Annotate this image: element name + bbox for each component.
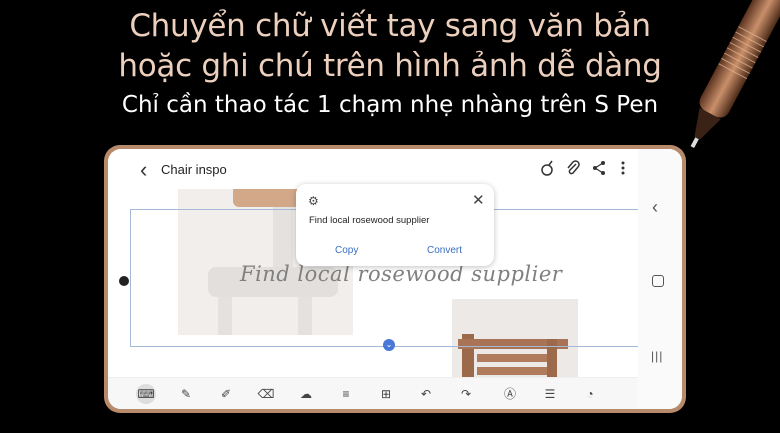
- pen-tool-icon[interactable]: ✎: [176, 384, 196, 404]
- insert-icon[interactable]: ⊞: [376, 384, 396, 404]
- back-button[interactable]: ‹: [140, 157, 147, 183]
- phone-screen: ‹ Chair inspo Find local rosewood suppli…: [108, 149, 682, 409]
- headline-line-1: Chuyển chữ viết tay sang văn bản: [129, 8, 651, 44]
- nav-back-button[interactable]: ‹: [652, 197, 658, 218]
- eraser-icon[interactable]: ⌫: [256, 384, 276, 404]
- copy-button[interactable]: Copy: [335, 245, 358, 256]
- s-pen-image: [690, 0, 780, 149]
- highlighter-icon[interactable]: ✐: [216, 384, 236, 404]
- phone-frame: ‹ Chair inspo Find local rosewood suppli…: [104, 145, 686, 413]
- redo-icon[interactable]: ↷: [456, 384, 476, 404]
- pen-settings-icon[interactable]: [538, 159, 556, 177]
- close-icon[interactable]: ✕: [472, 191, 485, 209]
- attach-icon[interactable]: [564, 159, 582, 177]
- nav-recents-button[interactable]: |||: [651, 349, 663, 363]
- convert-text-icon[interactable]: ☰: [540, 384, 560, 404]
- text-format-icon[interactable]: ≡: [336, 384, 356, 404]
- convert-button[interactable]: Convert: [427, 245, 462, 256]
- more-options-icon[interactable]: [614, 159, 632, 177]
- drawing-toolbar: ⌨ ✎ ✐ ⌫ ☁ ≡ ⊞ ↶ ↷ Ⓐ ☰ ◔: [108, 377, 638, 409]
- note-title: Chair inspo: [161, 162, 227, 177]
- lasso-icon[interactable]: ☁: [296, 384, 316, 404]
- keyboard-icon[interactable]: ⌨: [136, 384, 156, 404]
- recognized-text: Find local rosewood supplier: [309, 215, 430, 226]
- convert-popup: ⚙ ✕ Find local rosewood supplier Copy Co…: [296, 184, 494, 266]
- shapes-icon[interactable]: ◔: [580, 384, 600, 404]
- nav-home-button[interactable]: [652, 275, 664, 287]
- gear-icon[interactable]: ⚙: [308, 194, 319, 208]
- share-icon[interactable]: [590, 159, 608, 177]
- headline-line-2: hoặc ghi chú trên hình ảnh dễ dàng: [118, 48, 662, 84]
- note-top-bar: ‹ Chair inspo: [108, 149, 638, 189]
- subtitle: Chỉ cần thao tác 1 chạm nhẹ nhàng trên S…: [121, 92, 659, 118]
- handwriting-mode-icon[interactable]: Ⓐ: [500, 384, 520, 404]
- undo-icon[interactable]: ↶: [416, 384, 436, 404]
- system-nav-bar: ‹ |||: [638, 149, 682, 409]
- expand-chevron-icon[interactable]: ⌄: [383, 339, 395, 351]
- front-camera: [119, 276, 129, 286]
